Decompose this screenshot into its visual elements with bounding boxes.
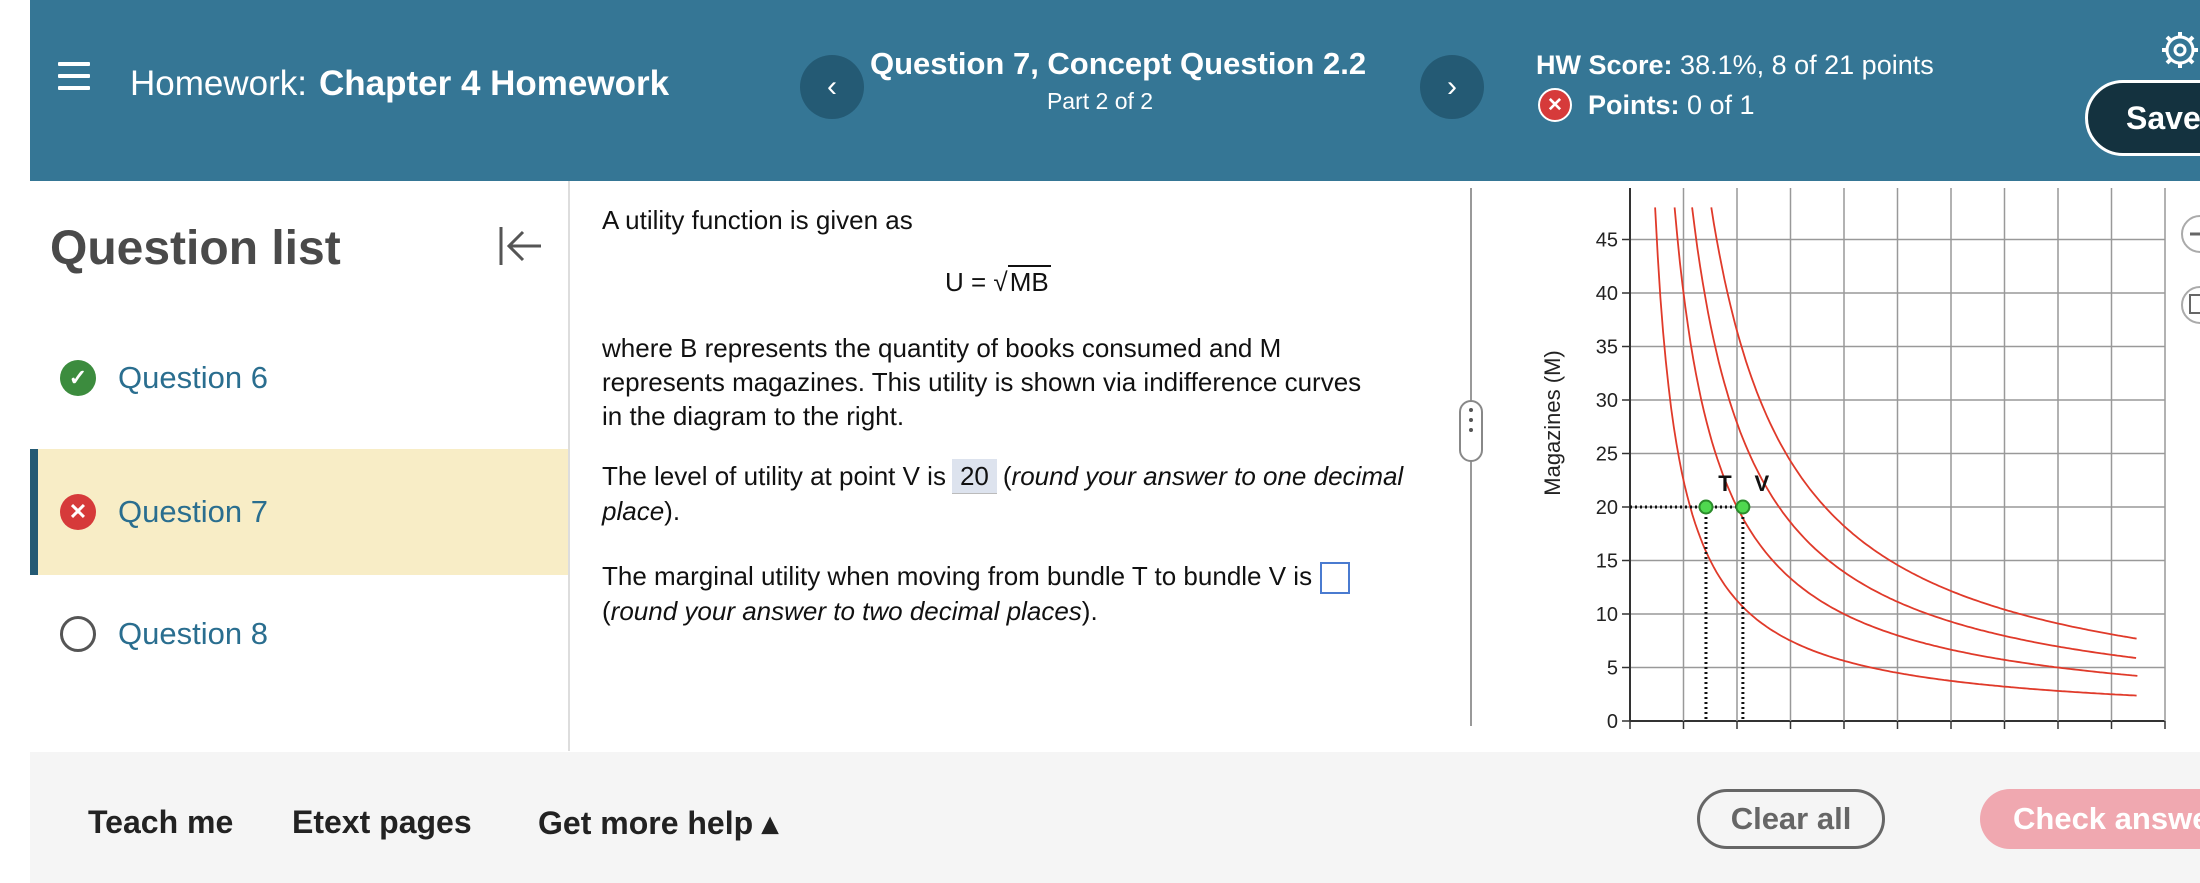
top-header: Homework: Chapter 4 Homework ‹ Question 7… xyxy=(30,0,2200,181)
question-label: Question 6 xyxy=(118,360,268,395)
question-part-1: The level of utility at point V is 20 (rou… xyxy=(602,459,1404,526)
next-question-button[interactable]: › xyxy=(1420,55,1484,119)
question-label: Question 7 xyxy=(118,494,268,529)
y-tick-label: 15 xyxy=(1596,551,1618,573)
incorrect-x-icon: ✕ xyxy=(60,494,96,530)
y-axis-label: Magazines (M) xyxy=(1540,350,1565,495)
y-tick-label: 20 xyxy=(1596,497,1618,519)
question-list-item-6[interactable]: ✓ Question 6 xyxy=(30,315,568,441)
indifference-curve xyxy=(1710,207,2137,640)
bundle-point-label: V xyxy=(1755,471,1770,496)
bundle-point-label: T xyxy=(1718,471,1732,496)
part1-prefix: The level of utility at point V is xyxy=(602,461,946,491)
sqrt-sign: √ xyxy=(993,267,1008,297)
y-tick-label: 25 xyxy=(1596,444,1618,466)
hw-score: HW Score: 38.1%, 8 of 21 points xyxy=(1536,50,1934,81)
teach-me-link[interactable]: Teach me xyxy=(88,804,233,841)
menu-icon[interactable] xyxy=(58,62,90,92)
formula-lhs: U = xyxy=(945,267,987,297)
y-tick-label: 40 xyxy=(1596,283,1618,305)
question-intro: A utility function is given as xyxy=(602,205,913,235)
homework-prefix: Homework: xyxy=(130,64,307,103)
y-tick-label: 45 xyxy=(1596,230,1618,252)
part2-answer-input[interactable] xyxy=(1320,562,1351,595)
etext-pages-link[interactable]: Etext pages xyxy=(292,804,472,841)
question-list-panel: Question list ✓ Question 6 ✕ Question 7 … xyxy=(30,181,568,751)
collapse-panel-icon[interactable] xyxy=(495,221,545,271)
graph-tools xyxy=(2178,210,2200,335)
pane-resize-handle[interactable] xyxy=(1459,400,1483,462)
question-part-2: The marginal utility when moving from bu… xyxy=(602,559,1422,628)
correct-check-icon: ✓ xyxy=(60,360,96,396)
question-list-title: Question list xyxy=(50,222,341,275)
homework-title: Homework: Chapter 4 Homework xyxy=(130,64,669,104)
get-more-help-menu[interactable]: Get more help ▴ xyxy=(538,804,778,842)
question-title-block: Question 7, Concept Question 2.2 Part 2 … xyxy=(870,46,1367,115)
y-tick-label: 30 xyxy=(1596,390,1618,412)
question-list-item-8[interactable]: Question 8 xyxy=(30,571,568,697)
graph-grid xyxy=(1629,188,2166,729)
indifference-curve-graph: Magazines (M) 0 5 10 15 20 25 30 35 40 45 TV xyxy=(1540,188,2166,733)
save-button[interactable]: Save xyxy=(2085,80,2200,156)
formula-radicand: MB xyxy=(1007,265,1051,297)
clear-all-button[interactable]: Clear all xyxy=(1697,789,1885,849)
utility-formula: U = √MB xyxy=(945,265,1051,298)
question-description: where B represents the quantity of books… xyxy=(602,333,1362,431)
question-part: Part 2 of 2 xyxy=(1046,88,1154,114)
incorrect-icon: ✕ xyxy=(1538,88,1572,122)
question-content: A utility function is given as U = √MB w… xyxy=(602,181,1462,741)
bundle-point xyxy=(1698,499,1714,515)
footer-bar: Teach me Etext pages Get more help ▴ Cle… xyxy=(30,752,2200,883)
question-list-item-7[interactable]: ✕ Question 7 xyxy=(30,449,568,575)
settings-gear-icon[interactable] xyxy=(2160,30,2200,70)
indifference-curve xyxy=(1691,207,2137,659)
homework-name: Chapter 4 Homework xyxy=(318,64,670,103)
y-axis-ticks: 0 5 10 15 20 25 30 35 40 45 xyxy=(1596,230,1630,733)
hw-score-label: HW Score: xyxy=(1536,50,1673,80)
zoom-tools-icon[interactable] xyxy=(2178,210,2200,330)
question-title: Question 7, Concept Question 2.2 xyxy=(870,46,1367,81)
hw-score-value: 38.1%, 8 of 21 points xyxy=(1680,50,1934,80)
y-tick-label: 5 xyxy=(1607,658,1618,680)
part2-prefix: The marginal utility when moving from bu… xyxy=(602,561,1313,591)
previous-question-button[interactable]: ‹ xyxy=(800,55,864,119)
points-label: Points: xyxy=(1588,89,1680,120)
bundle-point xyxy=(1735,499,1751,515)
y-tick-label: 35 xyxy=(1596,337,1618,359)
points-value: 0 of 1 xyxy=(1687,89,1755,120)
y-tick-label: 10 xyxy=(1596,604,1618,626)
check-answer-button[interactable]: Check answe xyxy=(1980,789,2200,849)
y-tick-label: 0 xyxy=(1607,711,1618,733)
indifference-curve xyxy=(1654,207,2137,697)
question-label: Question 8 xyxy=(118,616,268,651)
sidebar-divider xyxy=(568,181,570,751)
unanswered-circle-icon xyxy=(60,616,96,652)
indifference-curves xyxy=(1654,207,2138,697)
part2-instruction: round your answer to two decimal places xyxy=(610,596,1082,627)
points-status: ✕ Points: 0 of 1 xyxy=(1536,88,1755,122)
part1-answer-field[interactable]: 20 xyxy=(951,459,997,494)
